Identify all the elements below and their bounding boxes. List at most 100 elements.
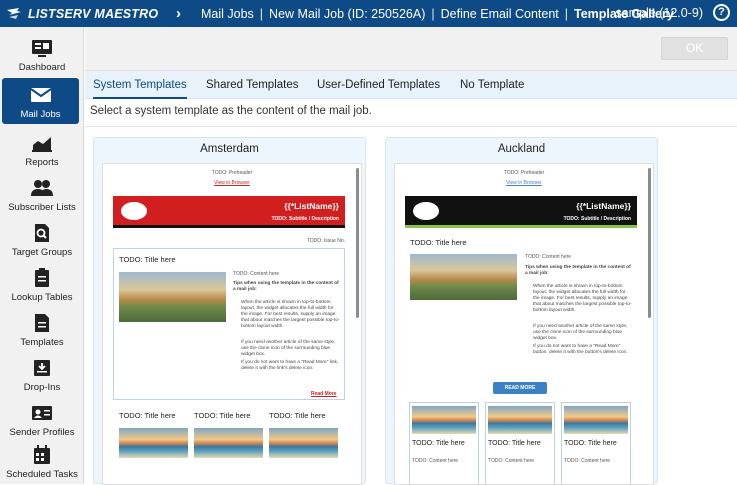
listserv-logo-icon (7, 7, 21, 19)
breadcrumb-separator: | (259, 6, 264, 21)
template-preview[interactable]: TODO: Preheader View in Browser {{*ListN… (102, 163, 362, 485)
template-banner: {{*ListName}} TODO: Subtitle / Descripti… (405, 196, 637, 228)
clipboard-icon (35, 268, 49, 287)
preview-scrollbar[interactable] (648, 168, 651, 318)
tab-user-defined-templates[interactable]: User-Defined Templates (317, 71, 440, 99)
document-icon (35, 314, 49, 332)
logo-icon (413, 202, 439, 220)
sub-article-content: TODO: Content here (488, 458, 535, 464)
view-in-browser-link: View in Browser (214, 180, 250, 186)
sub-article-title: TODO: Title here (412, 440, 465, 447)
sidebar-item-label: Dashboard (18, 62, 66, 73)
tab-shared-templates[interactable]: Shared Templates (206, 71, 298, 99)
article-title: TODO: Title here (119, 255, 176, 264)
app-logo[interactable]: LISTSERV MAESTRO (0, 7, 160, 21)
article-image (410, 254, 517, 300)
sidebar-item-lookup-tables[interactable]: Lookup Tables (0, 261, 84, 307)
sub-article-title: TODO: Title here (119, 411, 176, 420)
issue-text: TODO: Issue No. (306, 238, 345, 244)
tip-item: If you do not want to have a "Read More"… (241, 360, 339, 371)
article-image (119, 272, 226, 322)
breadcrumb-define-email-content[interactable]: Define Email Content (441, 7, 559, 21)
sidebar-item-mail-jobs[interactable]: Mail Jobs (2, 78, 79, 124)
breadcrumb-separator: | (564, 6, 568, 21)
tab-system-templates[interactable]: System Templates (93, 71, 187, 99)
tip-item: When the article is shown in top-to-bott… (533, 284, 632, 313)
sub-article-content: TODO: Content here (564, 458, 611, 464)
sub-article-image (564, 406, 628, 434)
sub-article-content: TODO: Content here (412, 458, 459, 464)
sub-article-image (412, 406, 476, 434)
id-card-icon (32, 406, 52, 420)
sidebar-item-dashboard[interactable]: Dashboard (0, 31, 84, 77)
template-banner: {{*ListName}} TODO: Subtitle / Descripti… (113, 196, 345, 228)
sub-article-image (194, 428, 263, 458)
read-more-button: READ MORE (493, 382, 547, 394)
dashboard-icon (32, 40, 52, 57)
template-preview[interactable]: TODO: Preheader View in Browser {{*ListN… (394, 163, 654, 485)
sidebar-item-label: Target Groups (11, 247, 73, 258)
sub-article-image (488, 406, 552, 434)
ok-button[interactable]: OK (661, 37, 728, 60)
calendar-icon (34, 445, 50, 464)
sub-article-image (269, 428, 338, 458)
sidebar-item-subscriber-lists[interactable]: Subscriber Lists (0, 171, 84, 217)
preheader-text: TODO: Preheader (503, 170, 545, 176)
sub-article-title: TODO: Title here (194, 411, 251, 420)
main-content: OK System Templates Shared Templates Use… (85, 27, 737, 485)
user-info[interactable]: sample (12.0-9) (615, 6, 703, 20)
tip-item: If you need another article of the same … (241, 340, 336, 357)
sidebar-item-label: Templates (20, 337, 64, 348)
search-doc-icon (35, 224, 49, 242)
template-tabs: System Templates Shared Templates User-D… (85, 71, 737, 99)
tip-item: If you need another article of the same … (533, 324, 628, 341)
template-card-auckland[interactable]: Auckland TODO: Preheader View in Browser… (385, 137, 658, 485)
tip-item: If you do not want to have a "Read More"… (533, 344, 628, 355)
content-text: TODO: Content here (233, 271, 280, 277)
sidebar-item-label: Reports (25, 157, 59, 168)
sidebar-item-templates[interactable]: Templates (0, 306, 84, 352)
sidebar-item-target-groups[interactable]: Target Groups (0, 216, 84, 262)
content-text: TODO: Content here (525, 254, 572, 260)
list-name: {{*ListName}} (576, 201, 631, 211)
sidebar-item-drop-ins[interactable]: Drop-Ins (0, 351, 84, 397)
menu-chevron-icon[interactable]: › (176, 5, 181, 22)
subtitle-text: TODO: Subtitle / Description (271, 216, 339, 222)
breadcrumb-separator: | (431, 6, 435, 21)
sidebar-item-label: Lookup Tables (11, 292, 73, 303)
tip-item: When the article is shown in top-to-bott… (241, 300, 340, 329)
sidebar-item-label: Drop-Ins (23, 382, 61, 393)
subtitle-text: TODO: Subtitle / Description (563, 216, 631, 222)
sidebar-item-scheduled-tasks[interactable]: Scheduled Tasks (0, 438, 84, 484)
read-more-link: Read More (311, 391, 337, 397)
breadcrumb-mail-jobs[interactable]: Mail Jobs (201, 7, 254, 21)
divider (85, 126, 737, 127)
view-in-browser-link: View in Browser (506, 180, 542, 186)
sidebar-item-label: Sender Profiles (9, 427, 75, 438)
top-bar: LISTSERV MAESTRO › Mail Jobs | New Mail … (0, 0, 737, 27)
instruction-text: Select a system template as the content … (90, 105, 372, 117)
template-name: Amsterdam (200, 143, 259, 155)
sidebar-item-reports[interactable]: Reports (0, 126, 84, 172)
template-card-amsterdam[interactable]: Amsterdam TODO: Preheader View in Browse… (93, 137, 366, 485)
app-title: LISTSERV MAESTRO (28, 6, 159, 21)
template-name: Auckland (497, 143, 546, 155)
action-bar: OK (85, 27, 737, 71)
sidebar-item-label: Mail Jobs (20, 109, 61, 120)
tips-heading: Tips when using the template in the cont… (525, 265, 631, 276)
tab-no-template[interactable]: No Template (460, 71, 524, 99)
help-icon[interactable]: ? (713, 4, 730, 21)
breadcrumb: Mail Jobs | New Mail Job (ID: 250526A) |… (201, 7, 674, 21)
envelope-icon (29, 88, 52, 102)
tips-heading: Tips when using the template in the cont… (233, 281, 339, 292)
sub-article-title: TODO: Title here (564, 440, 617, 447)
drop-in-icon (34, 360, 50, 376)
sidebar-item-label: Subscriber Lists (8, 202, 76, 213)
list-name: {{*ListName}} (284, 201, 339, 211)
sub-article-title: TODO: Title here (269, 411, 326, 420)
sidebar-item-sender-profiles[interactable]: Sender Profiles (0, 396, 84, 442)
preview-scrollbar[interactable] (356, 168, 359, 318)
preheader-text: TODO: Preheader (211, 170, 253, 176)
sidebar-item-label: Scheduled Tasks (6, 469, 78, 480)
breadcrumb-new-mail-job[interactable]: New Mail Job (ID: 250526A) (269, 7, 425, 21)
